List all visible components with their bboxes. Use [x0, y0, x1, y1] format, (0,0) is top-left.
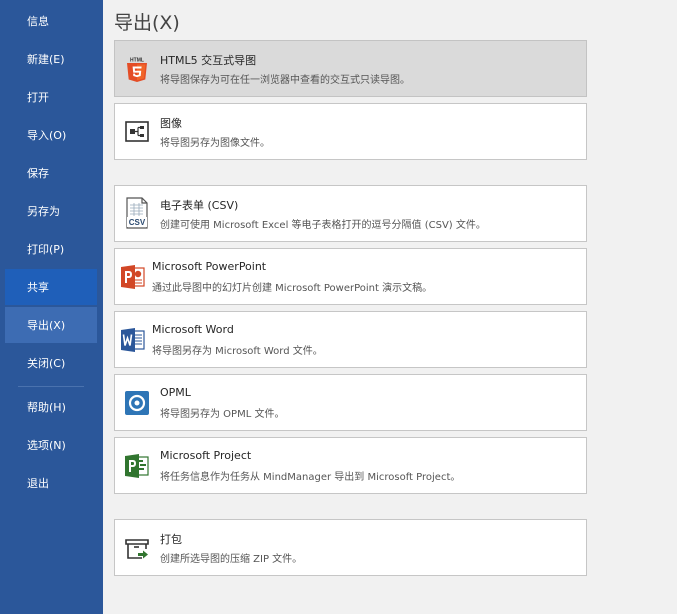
export-opml-description: 将导图另存为 OPML 文件。: [160, 409, 285, 420]
nav-export[interactable]: 导出(X): [5, 307, 97, 343]
image-map-icon: [125, 121, 149, 142]
export-package-title: 打包: [160, 533, 182, 546]
export-word-title: Microsoft Word: [152, 323, 234, 336]
export-word-description: 将导图另存为 Microsoft Word 文件。: [152, 346, 323, 357]
nav-save[interactable]: 保存: [5, 155, 97, 191]
project-icon: [125, 454, 149, 478]
nav-info[interactable]: 信息: [5, 3, 97, 39]
nav-share[interactable]: 共享: [5, 269, 97, 305]
export-powerpoint-option[interactable]: Microsoft PowerPoint 通过此导图中的幻灯片创建 Micros…: [114, 248, 587, 305]
svg-text:HTML: HTML: [130, 58, 144, 64]
export-opml-title: OPML: [160, 386, 191, 399]
export-html5-title: HTML5 交互式导图: [160, 54, 257, 67]
export-html5-description: 将导图保存为可在任一浏览器中查看的交互式只读导图。: [160, 75, 410, 86]
nav-open[interactable]: 打开: [5, 79, 97, 115]
export-project-option[interactable]: Microsoft Project 将任务信息作为任务从 MindManager…: [114, 437, 587, 494]
nav-divider: [18, 386, 84, 387]
nav-options[interactable]: 选项(N): [5, 427, 97, 463]
nav-save-as[interactable]: 另存为: [5, 193, 97, 229]
nav-exit[interactable]: 退出: [5, 465, 97, 501]
backstage-sidebar: 信息 新建(E) 打开 导入(O) 保存 另存为 打印(P) 共享 导出(X) …: [0, 0, 103, 614]
nav-import[interactable]: 导入(O): [5, 117, 97, 153]
csv-icon: CSV: [126, 197, 148, 229]
nav-new[interactable]: 新建(E): [5, 41, 97, 77]
export-html5-option[interactable]: HTML HTML5 交互式导图 将导图保存为可在任一浏览器中查看的交互式只读导…: [114, 40, 587, 97]
export-image-description: 将导图另存为图像文件。: [160, 138, 270, 149]
package-icon: [125, 539, 149, 559]
export-word-option[interactable]: Microsoft Word 将导图另存为 Microsoft Word 文件。: [114, 311, 587, 368]
export-project-title: Microsoft Project: [160, 449, 252, 462]
export-csv-option[interactable]: CSV 电子表单 (CSV) 创建可使用 Microsoft Excel 等电子…: [114, 185, 587, 242]
export-powerpoint-description: 通过此导图中的幻灯片创建 Microsoft PowerPoint 演示文稿。: [152, 283, 433, 294]
export-csv-description: 创建可使用 Microsoft Excel 等电子表格打开的逗号分隔值 (CSV…: [160, 220, 486, 231]
nav-help[interactable]: 帮助(H): [5, 389, 97, 425]
word-icon: [121, 328, 145, 352]
export-powerpoint-title: Microsoft PowerPoint: [152, 260, 267, 273]
nav-close[interactable]: 关闭(C): [5, 345, 97, 381]
export-image-title: 图像: [160, 117, 182, 130]
opml-icon: [125, 391, 149, 415]
svg-text:CSV: CSV: [129, 218, 146, 227]
page-title: 导出(X): [114, 12, 180, 34]
powerpoint-icon: [121, 265, 145, 289]
export-image-option[interactable]: 图像 将导图另存为图像文件。: [114, 103, 587, 160]
export-package-option[interactable]: 打包 创建所选导图的压缩 ZIP 文件。: [114, 519, 587, 576]
export-package-description: 创建所选导图的压缩 ZIP 文件。: [160, 554, 303, 565]
export-opml-option[interactable]: OPML 将导图另存为 OPML 文件。: [114, 374, 587, 431]
export-project-description: 将任务信息作为任务从 MindManager 导出到 Microsoft Pro…: [160, 472, 461, 483]
html5-icon: HTML: [127, 58, 147, 82]
nav-print[interactable]: 打印(P): [5, 231, 97, 267]
export-csv-title: 电子表单 (CSV): [160, 199, 239, 212]
